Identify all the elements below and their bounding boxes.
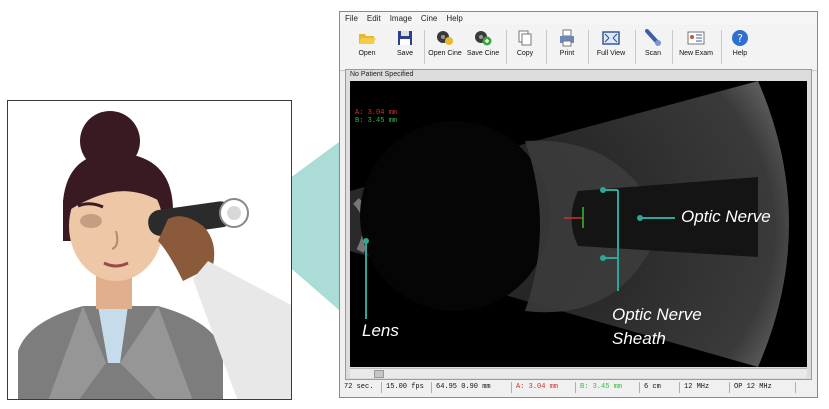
save-label: Save (397, 50, 413, 57)
status-depth: 6 cm (642, 382, 680, 393)
help-label: Help (732, 50, 748, 57)
open-button[interactable]: Open (354, 28, 380, 68)
new-exam-label: New Exam (679, 50, 713, 57)
status-frequency: 12 MHz (682, 382, 730, 393)
status-bar: 72 sec. 15.00 fps 64.95 0.90 mm A: 3.04 … (340, 380, 817, 397)
patient-illustration (7, 100, 292, 400)
ultrasound-app-window: File Edit Image Cine Help Open Save Open Cin… (339, 11, 818, 398)
save-button[interactable]: Save (392, 28, 418, 68)
status-measure-b: B: 3.45 mm (578, 382, 640, 393)
new-exam-button[interactable]: New Exam (677, 28, 715, 68)
open-cine-icon (437, 31, 453, 45)
printer-icon (560, 29, 574, 47)
sheath-label-line1: Optic Nerve (612, 305, 702, 324)
help-icon: ? (732, 30, 748, 46)
full-view-icon (602, 31, 620, 45)
print-label: Print (559, 50, 575, 57)
menu-file[interactable]: File (340, 12, 362, 23)
measurement-b: B: 3.45 mm (355, 117, 398, 125)
open-folder-icon (359, 34, 376, 44)
scroll-thumb[interactable] (374, 370, 384, 378)
save-cine-icon (475, 31, 492, 46)
full-view-label: Full View (596, 50, 626, 57)
menu-help[interactable]: Help (441, 12, 466, 23)
panel-title: No Patient Specified (350, 71, 414, 78)
svg-text:?: ? (737, 32, 743, 45)
status-position: 64.95 0.90 mm (434, 382, 512, 393)
ultrasound-image[interactable]: A: 3.04 mm B: 3.45 mm Optic Nerve Lens O… (350, 81, 807, 367)
save-cine-label: Save Cine (466, 50, 500, 57)
measurement-a: A: 3.04 mm (355, 109, 398, 117)
horizontal-scrollbar[interactable] (350, 368, 807, 378)
menu-edit[interactable]: Edit (362, 12, 385, 23)
scan-label: Scan (645, 50, 661, 57)
help-button[interactable]: ? Help (727, 28, 753, 68)
open-label: Open (358, 50, 376, 57)
open-cine-label: Open Cine (428, 50, 462, 57)
sheath-label-line2: Sheath (612, 329, 666, 348)
open-cine-button[interactable]: Open Cine (426, 28, 464, 68)
status-duration: 72 sec. (342, 382, 382, 393)
image-panel: No Patient Specified A: 3.04 mm B: 3.45 … (345, 69, 812, 380)
optic-nerve-label: Optic Nerve (681, 207, 771, 226)
probe-icon (645, 29, 661, 46)
print-button[interactable]: Print (554, 28, 580, 68)
lens-label: Lens (362, 321, 399, 340)
menu-bar: File Edit Image Cine Help (340, 12, 817, 25)
toolbar: Open Save Open Cine Save Cine Copy Print… (340, 26, 817, 71)
full-view-button[interactable]: Full View (593, 28, 629, 68)
menu-image[interactable]: Image (385, 12, 416, 23)
copy-icon (518, 30, 532, 46)
copy-button[interactable]: Copy (512, 28, 538, 68)
copy-label: Copy (516, 50, 534, 57)
scan-button[interactable]: Scan (640, 28, 666, 68)
save-disk-icon (398, 31, 412, 45)
status-op-frequency: OP 12 MHz (732, 382, 796, 393)
menu-cine[interactable]: Cine (416, 12, 441, 23)
save-cine-button[interactable]: Save Cine (464, 28, 502, 68)
status-fps: 15.00 fps (384, 382, 432, 393)
new-exam-icon (687, 31, 705, 45)
optic-nerve-sheath-label: Optic Nerve Sheath (612, 303, 702, 351)
status-measure-a: A: 3.04 mm (514, 382, 576, 393)
